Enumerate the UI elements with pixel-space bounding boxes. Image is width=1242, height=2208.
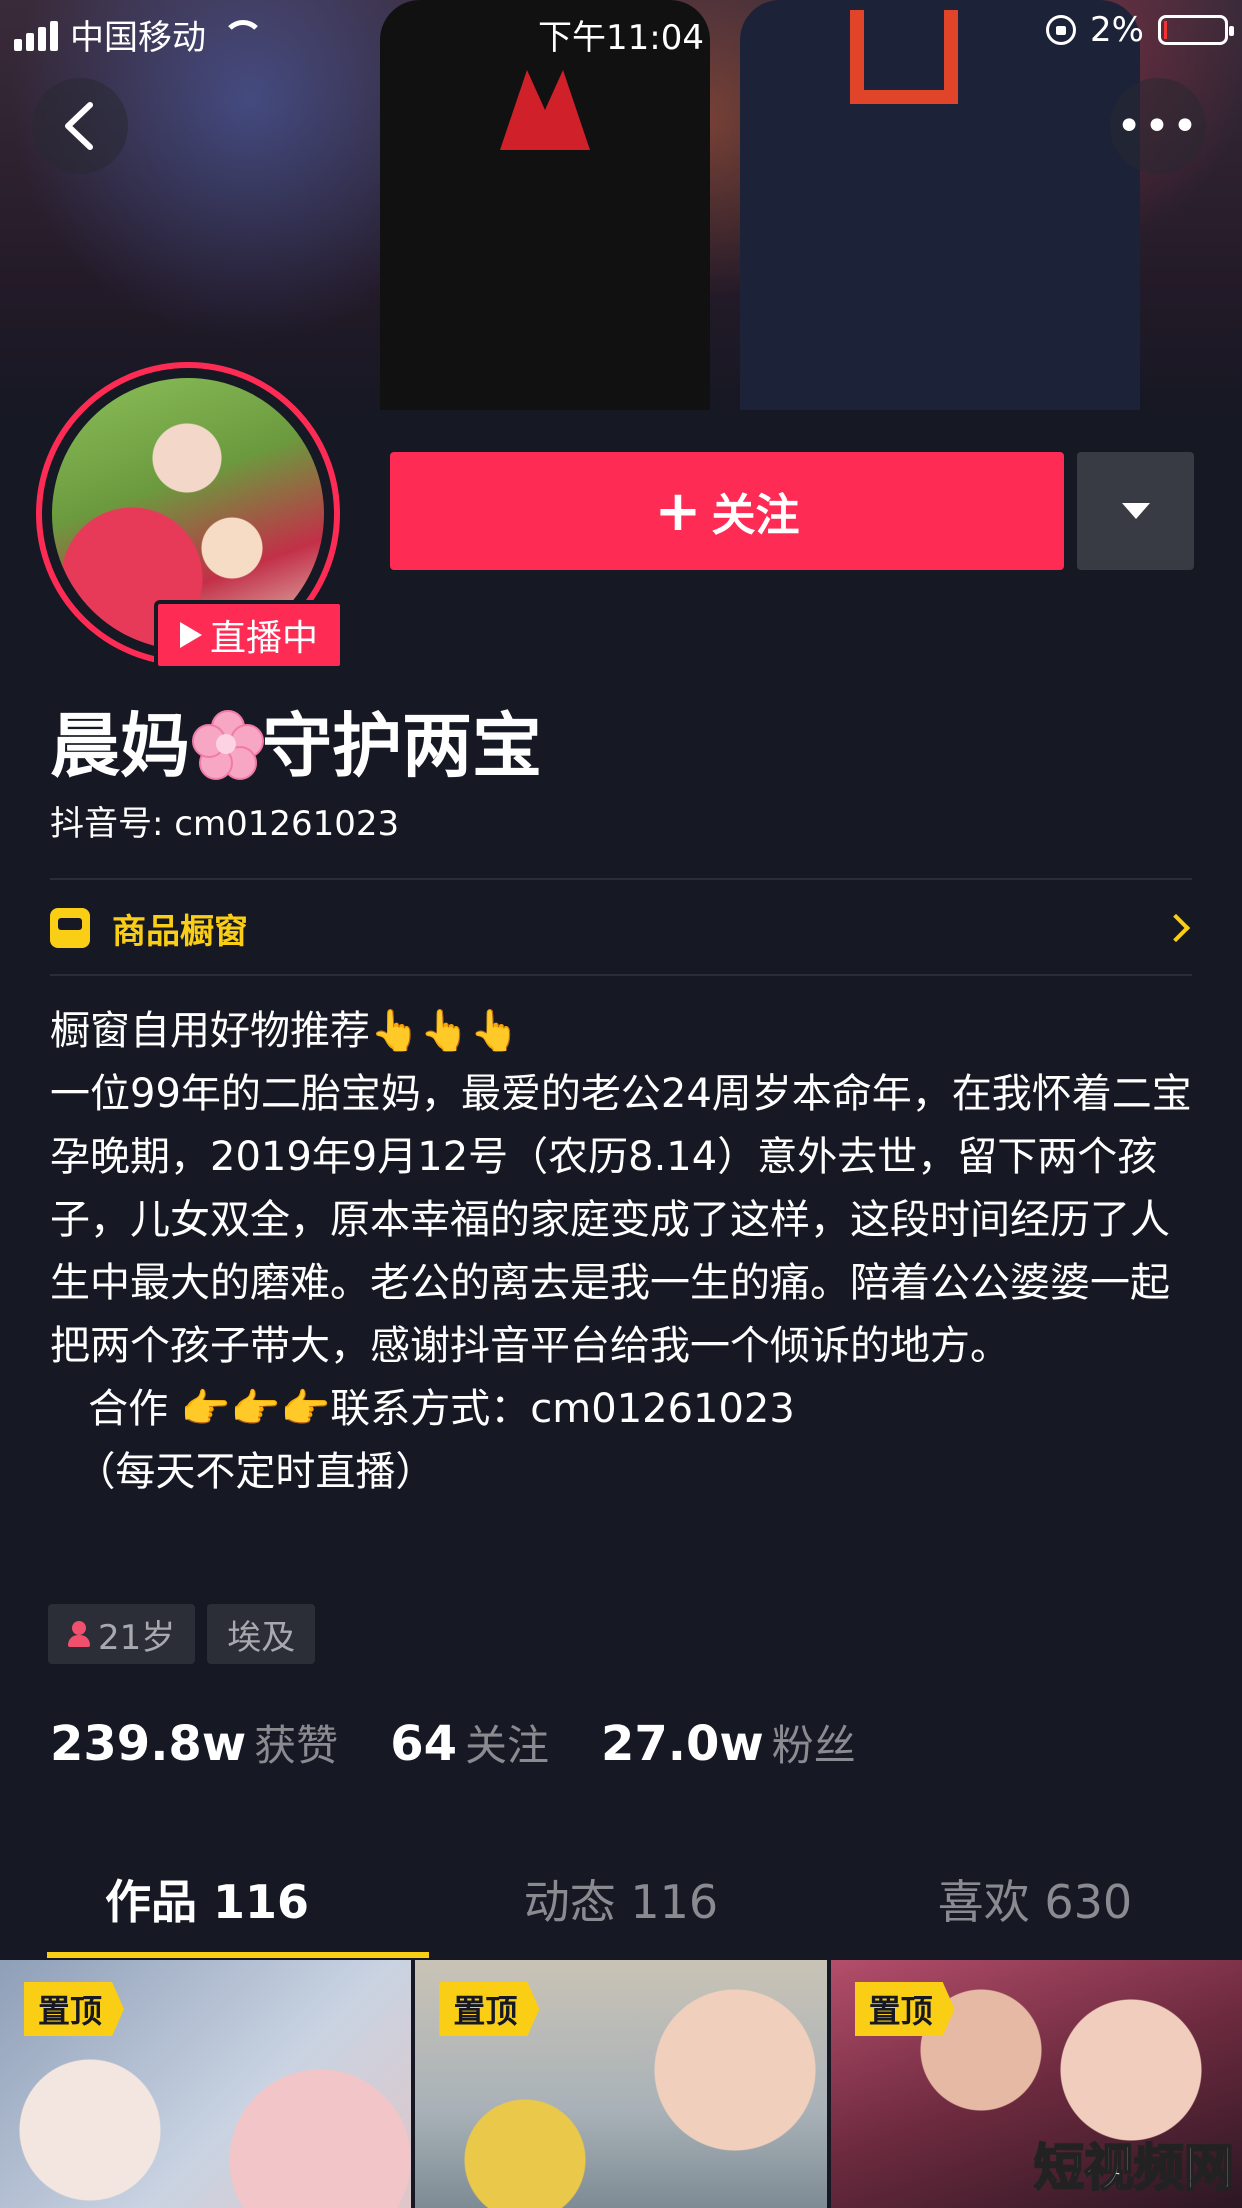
profile-tags: 21岁 埃及 (48, 1604, 316, 1664)
female-icon (68, 1621, 90, 1647)
fans-stat[interactable]: 27.0w 粉丝 (601, 1712, 856, 1773)
nickname: 晨妈 守护两宝 (50, 690, 542, 791)
nickname-part1: 晨妈 (50, 705, 190, 787)
status-bar: 中国移动 下午11:04 2% (0, 0, 1242, 60)
profile-stats: 239.8w 获赞 64 关注 27.0w 粉丝 (50, 1712, 908, 1773)
battery-icon (1158, 15, 1234, 45)
tab-likes[interactable]: 喜欢 630 (828, 1860, 1242, 1960)
likes-stat: 239.8w 获赞 (50, 1712, 338, 1773)
more-button[interactable]: ••• (1110, 78, 1206, 174)
chevron-right-icon (1161, 913, 1191, 943)
video-grid: 置顶 置顶 置顶 短视频网 (0, 1960, 1242, 2208)
follow-label: 关注 (711, 490, 800, 541)
bio-text: 橱窗自用好物推荐👆👆👆 一位99年的二胎宝妈，最爱的老公24周岁本命年，在我怀着… (50, 1008, 1192, 1495)
nickname-part2: 守护两宝 (262, 705, 542, 787)
follow-button[interactable]: + 关注 (390, 452, 1064, 570)
cover-figure-left (380, 0, 710, 410)
cover-image (0, 0, 1242, 410)
fans-count: 27.0w (601, 1716, 764, 1772)
location-tag: 埃及 (207, 1604, 316, 1664)
shop-label: 商品橱窗 (112, 911, 248, 952)
following-label: 关注 (464, 1721, 549, 1770)
likes-count: 239.8w (50, 1716, 247, 1772)
back-button[interactable] (32, 78, 128, 174)
pinned-badge: 置顶 (439, 1982, 540, 2036)
tab-moments[interactable]: 动态 116 (414, 1860, 828, 1960)
play-icon (179, 622, 202, 648)
age-label: 21岁 (98, 1617, 176, 1658)
live-badge-label: 直播中 (209, 618, 318, 659)
following-stat[interactable]: 64 关注 (390, 1712, 549, 1773)
content-tabs: 作品 116 动态 116 喜欢 630 (0, 1860, 1242, 1960)
likes-label: 获赞 (254, 1721, 339, 1770)
product-showcase-row[interactable]: 商品橱窗 (50, 880, 1192, 976)
pinned-badge: 置顶 (24, 1982, 125, 2036)
divider (50, 974, 1192, 976)
active-tab-indicator (47, 1952, 429, 1958)
plus-icon: + (654, 478, 702, 544)
location-label: 埃及 (227, 1617, 296, 1658)
caret-down-icon (1121, 503, 1150, 519)
more-dots-icon: ••• (1116, 100, 1200, 152)
fans-label: 粉丝 (771, 1721, 856, 1770)
live-badge[interactable]: 直播中 (154, 600, 344, 670)
cover-figure-right (740, 0, 1140, 410)
video-thumbnail[interactable]: 置顶 (415, 1960, 827, 2208)
video-thumbnail[interactable]: 置顶 (0, 1960, 412, 2208)
video-thumbnail[interactable]: 置顶 短视频网 (830, 1960, 1242, 2208)
following-count: 64 (390, 1716, 457, 1772)
pinned-badge: 置顶 (854, 1982, 955, 2036)
shop-icon (50, 908, 90, 948)
douyin-id: 抖音号: cm01261023 (50, 804, 400, 844)
watermark: 短视频网 (1033, 2138, 1235, 2198)
battery-percent: 2% (1090, 10, 1144, 50)
recommend-dropdown-button[interactable] (1077, 452, 1194, 570)
chevron-left-icon (65, 102, 93, 150)
cherry-blossom-icon (190, 708, 264, 780)
tab-works[interactable]: 作品 116 (0, 1860, 414, 1960)
rotation-lock-icon (1046, 15, 1077, 45)
age-tag: 21岁 (48, 1604, 196, 1664)
